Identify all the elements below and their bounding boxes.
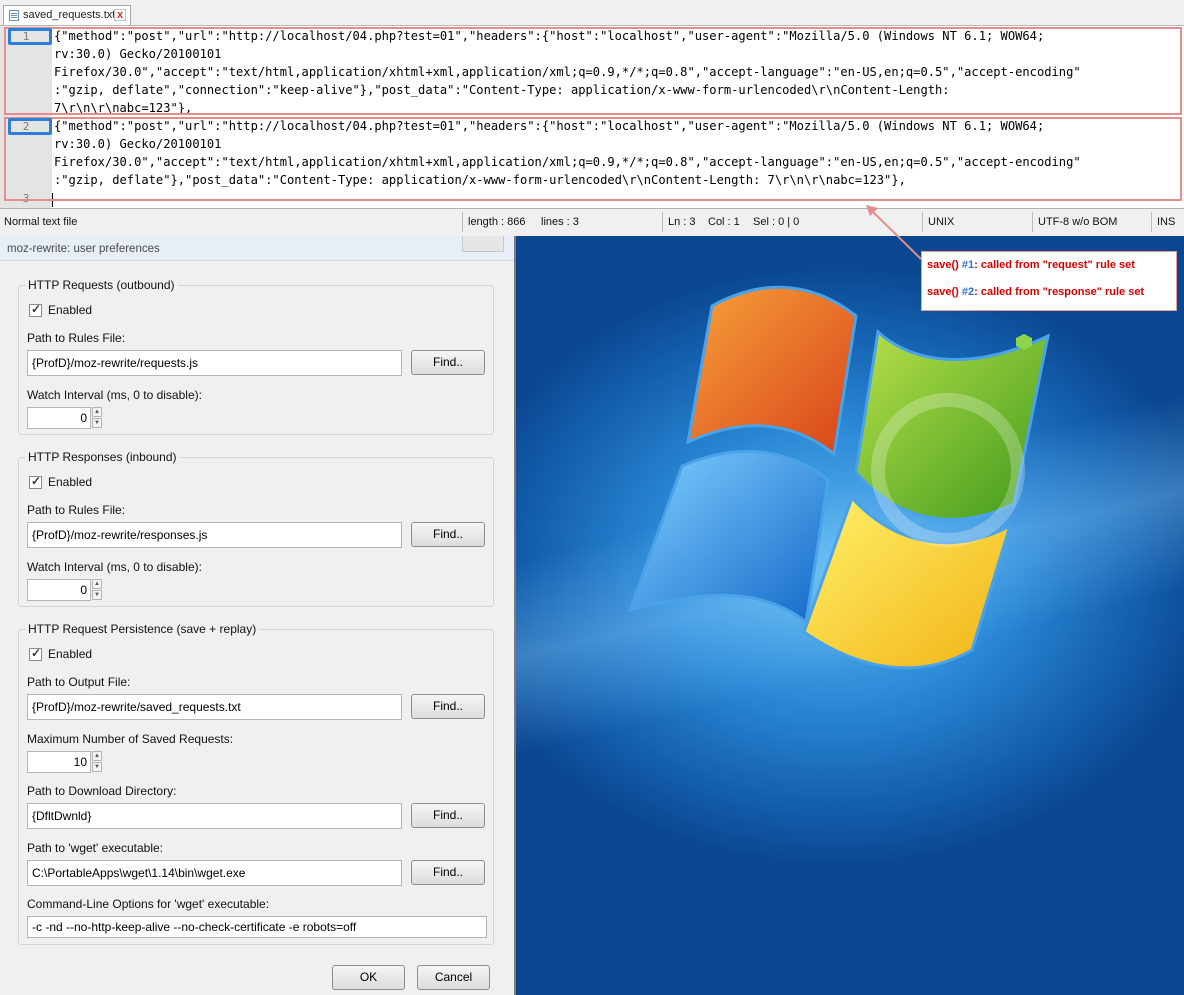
responses-interval-stepper[interactable]: 0 ▲ ▼ — [27, 579, 103, 601]
callout-number: #1 — [961, 259, 975, 271]
status-bar: Normal text file length : 866 lines : 3 … — [0, 208, 1184, 237]
cancel-button[interactable]: Cancel — [417, 965, 490, 990]
annotation-callout: save() #1: called from "request" rule se… — [921, 251, 1177, 311]
text-file-icon — [9, 10, 19, 21]
persistence-enabled-label[interactable]: Enabled — [48, 647, 92, 661]
close-tab-icon[interactable]: x — [114, 9, 126, 21]
callout-text: save() — [927, 259, 962, 271]
responses-rules-path-input[interactable]: {ProfD}/moz-rewrite/responses.js — [27, 522, 402, 548]
rules-file-label: Path to Rules File: — [27, 503, 126, 517]
dialog-title: moz-rewrite: user preferences — [7, 243, 160, 255]
status-divider — [1151, 212, 1152, 232]
watch-interval-label: Watch Interval (ms, 0 to disable): — [27, 388, 202, 402]
wget-options-label: Command-Line Options for 'wget' executab… — [27, 897, 270, 911]
interval-value[interactable]: 0 — [27, 579, 91, 601]
max-saved-stepper[interactable]: 10 ▲ ▼ — [27, 751, 103, 773]
rules-file-label: Path to Rules File: — [27, 331, 126, 345]
download-find-button[interactable]: Find.. — [411, 803, 485, 828]
status-divider — [922, 212, 923, 232]
requests-enabled-label[interactable]: Enabled — [48, 303, 92, 317]
spinner-up-icon[interactable]: ▲ — [92, 407, 102, 417]
interval-value[interactable]: 0 — [27, 407, 91, 429]
callout-number: #2 — [961, 286, 975, 298]
status-insert-mode: INS — [1157, 216, 1176, 228]
status-selection: Sel : 0 | 0 — [753, 216, 800, 228]
wget-options-input[interactable]: -c -nd --no-http-keep-alive --no-check-c… — [27, 916, 487, 938]
checkbox-icon[interactable] — [29, 474, 42, 489]
status-lines: lines : 3 — [541, 216, 579, 228]
callout-line-2: save() #2: called from "response" rule s… — [927, 286, 1144, 298]
responses-enabled-label[interactable]: Enabled — [48, 475, 92, 489]
wget-find-button[interactable]: Find.. — [411, 860, 485, 885]
status-eol: UNIX — [928, 216, 955, 228]
preferences-dialog: moz-rewrite: user preferences HTTP Reque… — [0, 236, 516, 995]
download-dir-label: Path to Download Directory: — [27, 784, 177, 798]
callout-text: save() — [927, 286, 962, 298]
status-length: length : 866 — [468, 216, 526, 228]
output-file-label: Path to Output File: — [27, 675, 131, 689]
requests-interval-stepper[interactable]: 0 ▲ ▼ — [27, 407, 103, 429]
group-title: HTTP Requests (outbound) — [25, 278, 178, 292]
spinner-down-icon[interactable]: ▼ — [92, 418, 102, 428]
status-divider — [662, 212, 663, 232]
watch-interval-label: Watch Interval (ms, 0 to disable): — [27, 560, 202, 574]
http-requests-group: HTTP Requests (outbound) Enabled Path to… — [18, 278, 494, 435]
callout-text: : called from "response" rule set — [974, 286, 1145, 298]
checkbox-icon[interactable] — [29, 646, 42, 661]
callout-text: : called from "request" rule set — [974, 259, 1135, 271]
checkbox-icon[interactable] — [29, 302, 42, 317]
spinner-up-icon[interactable]: ▲ — [92, 579, 102, 589]
max-saved-label: Maximum Number of Saved Requests: — [27, 732, 234, 746]
persistence-group: HTTP Request Persistence (save + replay)… — [18, 622, 494, 945]
dialog-title-bar[interactable]: moz-rewrite: user preferences — [0, 236, 514, 261]
wget-path-label: Path to 'wget' executable: — [27, 841, 164, 855]
status-divider — [1032, 212, 1033, 232]
record-1-highlight-box — [4, 27, 1182, 115]
tab-label: saved_requests.txt — [23, 9, 116, 21]
line-2-number-box — [8, 118, 52, 135]
spinner-down-icon[interactable]: ▼ — [92, 762, 102, 772]
tab-saved-requests[interactable]: saved_requests.txt x — [3, 5, 131, 25]
windows-logo-icon — [627, 285, 1051, 670]
download-dir-input[interactable]: {DfltDwnld} — [27, 803, 402, 829]
group-title: HTTP Responses (inbound) — [25, 450, 180, 464]
tab-bar: saved_requests.txt x — [0, 0, 1184, 26]
ok-button[interactable]: OK — [332, 965, 405, 990]
wget-path-input[interactable]: C:\PortableApps\wget\1.14\bin\wget.exe — [27, 860, 402, 886]
title-bar-grip[interactable] — [462, 236, 504, 252]
desktop-wallpaper — [516, 236, 1184, 995]
responses-find-button[interactable]: Find.. — [411, 522, 485, 547]
http-responses-group: HTTP Responses (inbound) Enabled Path to… — [18, 450, 494, 607]
line-1-number-box — [8, 28, 52, 45]
max-saved-value[interactable]: 10 — [27, 751, 91, 773]
record-2-highlight-box — [4, 117, 1182, 201]
requests-find-button[interactable]: Find.. — [411, 350, 485, 375]
status-column: Col : 1 — [708, 216, 740, 228]
status-encoding: UTF-8 w/o BOM — [1038, 216, 1118, 228]
code-area[interactable]: 1 2 3 {"method":"post","url":"http://loc… — [0, 26, 1184, 208]
status-divider — [462, 212, 463, 232]
text-editor-window: saved_requests.txt x 1 2 3 {"method":"po… — [0, 0, 1184, 237]
requests-rules-path-input[interactable]: {ProfD}/moz-rewrite/requests.js — [27, 350, 402, 376]
group-title: HTTP Request Persistence (save + replay) — [25, 622, 260, 636]
spinner-up-icon[interactable]: ▲ — [92, 751, 102, 761]
status-file-type: Normal text file — [4, 216, 78, 228]
spinner-down-icon[interactable]: ▼ — [92, 590, 102, 600]
callout-line-1: save() #1: called from "request" rule se… — [927, 259, 1135, 271]
output-file-input[interactable]: {ProfD}/moz-rewrite/saved_requests.txt — [27, 694, 402, 720]
status-line: Ln : 3 — [668, 216, 696, 228]
output-find-button[interactable]: Find.. — [411, 694, 485, 719]
